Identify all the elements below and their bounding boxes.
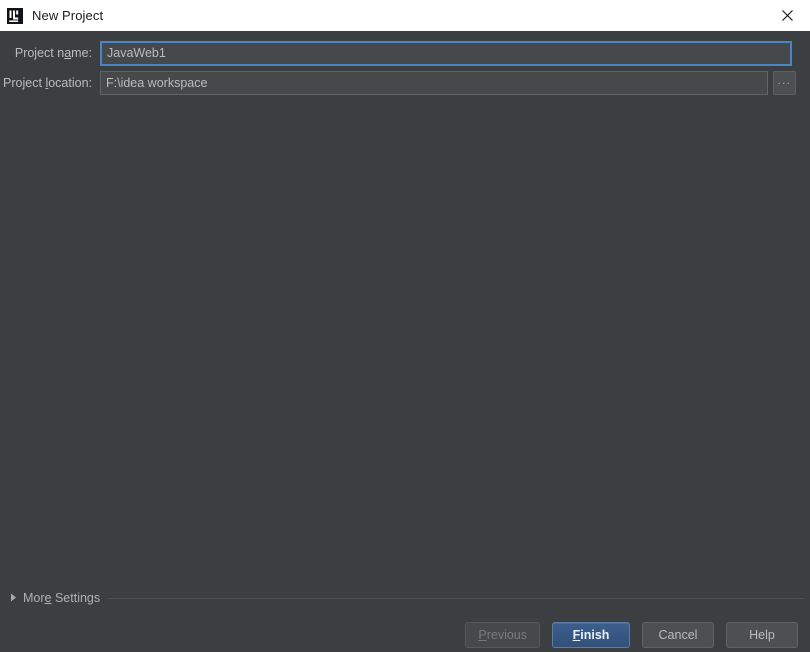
project-name-input[interactable] [100, 40, 792, 66]
more-settings-label-post: Settings [51, 591, 101, 605]
project-name-label: Project name: [0, 40, 100, 66]
finish-label-post: inish [580, 628, 610, 642]
intellij-idea-icon [7, 7, 23, 24]
more-settings-toggle[interactable]: More Settings [0, 589, 810, 607]
help-label: Help [749, 628, 775, 642]
project-location-label-post: ocation: [48, 76, 92, 90]
more-settings-label: More Settings [23, 591, 100, 605]
previous-label-post: revious [486, 628, 527, 642]
ellipsis-icon: ... [777, 75, 792, 87]
previous-button[interactable]: Previous [465, 622, 540, 648]
finish-button[interactable]: Finish [552, 622, 630, 648]
project-location-label-pre: Project [3, 76, 46, 90]
close-button[interactable] [764, 0, 810, 31]
title-bar: New Project [0, 0, 810, 31]
more-settings-label-pre: Mor [23, 591, 45, 605]
close-icon [781, 9, 794, 22]
cancel-button[interactable]: Cancel [642, 622, 714, 648]
cancel-label: Cancel [658, 628, 698, 642]
browse-location-button[interactable]: ... [773, 71, 796, 95]
chevron-right-icon [10, 589, 17, 607]
project-name-label-post: me: [71, 46, 92, 60]
window-title: New Project [32, 8, 104, 23]
new-project-dialog: New Project Project name: Project locati… [0, 0, 810, 652]
project-location-input[interactable] [100, 71, 768, 95]
project-name-row: Project name: [0, 40, 810, 66]
project-location-row: Project location: ... [0, 70, 810, 96]
help-button[interactable]: Help [726, 622, 798, 648]
project-name-label-pre: Project n [14, 46, 65, 60]
more-settings-separator [108, 597, 804, 599]
previous-label-mnemonic: P [478, 628, 487, 642]
finish-label-mnemonic: F [572, 628, 581, 642]
project-location-label: Project location: [0, 70, 100, 96]
dialog-button-bar: Previous Finish Cancel Help [465, 622, 798, 648]
dialog-content: Project name: Project location: ... More… [0, 31, 810, 652]
